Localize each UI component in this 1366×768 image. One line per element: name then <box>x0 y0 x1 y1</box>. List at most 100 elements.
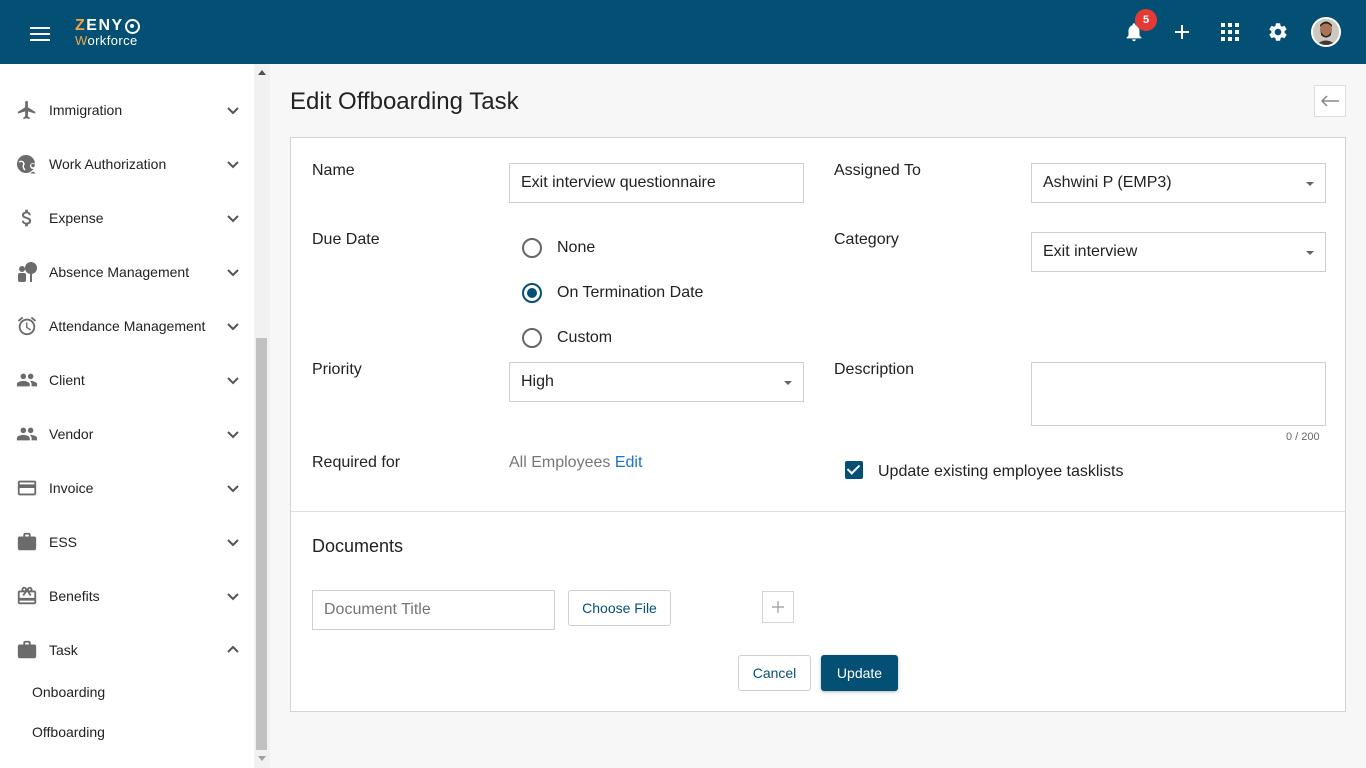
sidebar-item-invoice[interactable]: Invoice <box>0 461 254 515</box>
due-date-radio-none[interactable]: None <box>522 238 595 258</box>
arrow-left-icon <box>1320 95 1339 107</box>
description-char-counter: 0 / 200 <box>1286 431 1320 443</box>
gear-icon[interactable] <box>1262 16 1294 48</box>
globe-person-icon <box>16 153 38 175</box>
required-for-value: All Employees Edit <box>509 454 642 472</box>
edit-task-form-card: Name Assigned To Ashwini P (EMP3) Due Da… <box>290 137 1346 712</box>
sidebar-item-label: Absence Management <box>49 264 190 280</box>
scroll-thumb[interactable] <box>256 338 267 750</box>
priority-value: High <box>521 373 554 390</box>
radio-unchecked-icon <box>522 328 542 348</box>
logo-o-icon <box>124 18 140 34</box>
chevron-down-icon <box>227 377 239 385</box>
add-document-button[interactable] <box>762 591 794 623</box>
scroll-up-arrow-icon[interactable] <box>258 70 266 75</box>
logo-z: Z <box>75 17 87 34</box>
chevron-down-icon <box>227 269 239 277</box>
page-title: Edit Offboarding Task <box>290 88 519 115</box>
gift-card-icon <box>16 585 38 607</box>
airplane-icon <box>16 99 38 121</box>
sidebar-subitem-onboarding[interactable]: Onboarding <box>32 684 105 700</box>
dropdown-caret-icon <box>1306 182 1314 186</box>
sidebar: Immigration Work Authorization Expense A… <box>0 64 254 768</box>
document-title-input[interactable] <box>312 590 555 630</box>
sidebar-item-vendor[interactable]: Vendor <box>0 407 254 461</box>
sidebar-item-immigration[interactable]: Immigration <box>0 83 254 137</box>
logo-orkforce: orkforce <box>87 33 138 48</box>
radio-unchecked-icon <box>522 238 542 258</box>
logo-wordmark: Z ENY <box>75 18 140 34</box>
chevron-down-icon <box>227 593 239 601</box>
required-for-edit-link[interactable]: Edit <box>615 454 643 471</box>
back-button[interactable] <box>1314 85 1346 117</box>
section-divider <box>291 511 1345 512</box>
required-for-label: Required for <box>312 454 401 471</box>
sidebar-item-work-authorization[interactable]: Work Authorization <box>0 137 254 191</box>
description-textarea[interactable] <box>1031 362 1326 426</box>
category-label: Category <box>834 231 899 248</box>
sidebar-item-absence-management[interactable]: Absence Management <box>0 245 254 299</box>
chevron-down-icon <box>227 215 239 223</box>
dropdown-caret-icon <box>784 381 792 385</box>
name-input[interactable] <box>509 163 804 203</box>
sidebar-item-label: Benefits <box>49 588 100 604</box>
category-value: Exit interview <box>1043 243 1138 260</box>
brand-logo[interactable]: Z ENY Workforce <box>75 18 140 47</box>
logo-subtitle: Workforce <box>75 34 140 47</box>
sidebar-item-label: Expense <box>49 210 104 226</box>
logo-w: W <box>75 33 88 48</box>
radio-checked-icon <box>522 283 542 303</box>
briefcase-icon <box>16 531 38 553</box>
sidebar-item-client[interactable]: Client <box>0 353 254 407</box>
update-tasklists-checkbox[interactable] <box>845 461 863 479</box>
sidebar-item-task[interactable]: Task <box>0 623 254 677</box>
apps-grid-icon[interactable] <box>1214 16 1246 48</box>
chevron-up-icon <box>227 645 239 653</box>
priority-label: Priority <box>312 361 362 378</box>
sidebar-item-expense[interactable]: Expense <box>0 191 254 245</box>
assigned-to-select[interactable]: Ashwini P (EMP3) <box>1031 163 1326 203</box>
sidebar-item-attendance-management[interactable]: Attendance Management <box>0 299 254 353</box>
due-date-label: Due Date <box>312 231 380 248</box>
chevron-down-icon <box>227 485 239 493</box>
chevron-down-icon <box>227 539 239 547</box>
due-date-radio-custom[interactable]: Custom <box>522 328 612 348</box>
sidebar-item-ess[interactable]: ESS <box>0 515 254 569</box>
alarm-clock-icon <box>16 315 38 337</box>
category-select[interactable]: Exit interview <box>1031 232 1326 272</box>
credit-card-icon <box>16 477 38 499</box>
absence-icon <box>16 261 38 283</box>
name-label: Name <box>312 162 355 179</box>
radio-label: On Termination Date <box>557 284 704 301</box>
sidebar-item-label: Task <box>49 642 78 658</box>
scroll-down-arrow-icon[interactable] <box>258 756 266 761</box>
plus-icon[interactable] <box>1166 16 1198 48</box>
sidebar-item-benefits[interactable]: Benefits <box>0 569 254 623</box>
update-tasklists-label[interactable]: Update existing employee tasklists <box>878 463 1123 481</box>
chevron-down-icon <box>227 323 239 331</box>
assigned-to-value: Ashwini P (EMP3) <box>1043 174 1172 191</box>
update-button[interactable]: Update <box>821 655 898 691</box>
menu-icon[interactable] <box>24 20 56 46</box>
logo-eny: ENY <box>86 17 124 34</box>
documents-heading: Documents <box>312 536 404 556</box>
cancel-button[interactable]: Cancel <box>738 655 811 691</box>
notification-badge: 5 <box>1135 9 1157 31</box>
sidebar-item-label: Vendor <box>49 426 94 442</box>
plus-icon <box>772 601 784 613</box>
sidebar-subitem-offboarding[interactable]: Offboarding <box>32 724 105 740</box>
due-date-radio-termination[interactable]: On Termination Date <box>522 283 703 303</box>
radio-label: Custom <box>557 329 613 346</box>
sidebar-scrollbar[interactable] <box>254 64 270 768</box>
choose-file-button[interactable]: Choose File <box>568 590 671 626</box>
dollar-icon <box>16 207 38 229</box>
priority-select[interactable]: High <box>509 362 804 402</box>
sidebar-item-label: Work Authorization <box>49 156 167 172</box>
required-for-text: All Employees <box>509 454 611 471</box>
people-icon <box>16 423 38 445</box>
radio-label: None <box>557 239 596 256</box>
chevron-down-icon <box>227 107 239 115</box>
sidebar-item-label: Immigration <box>49 102 123 118</box>
user-avatar[interactable] <box>1311 17 1341 47</box>
top-app-bar: Z ENY Workforce 5 <box>0 0 1366 64</box>
